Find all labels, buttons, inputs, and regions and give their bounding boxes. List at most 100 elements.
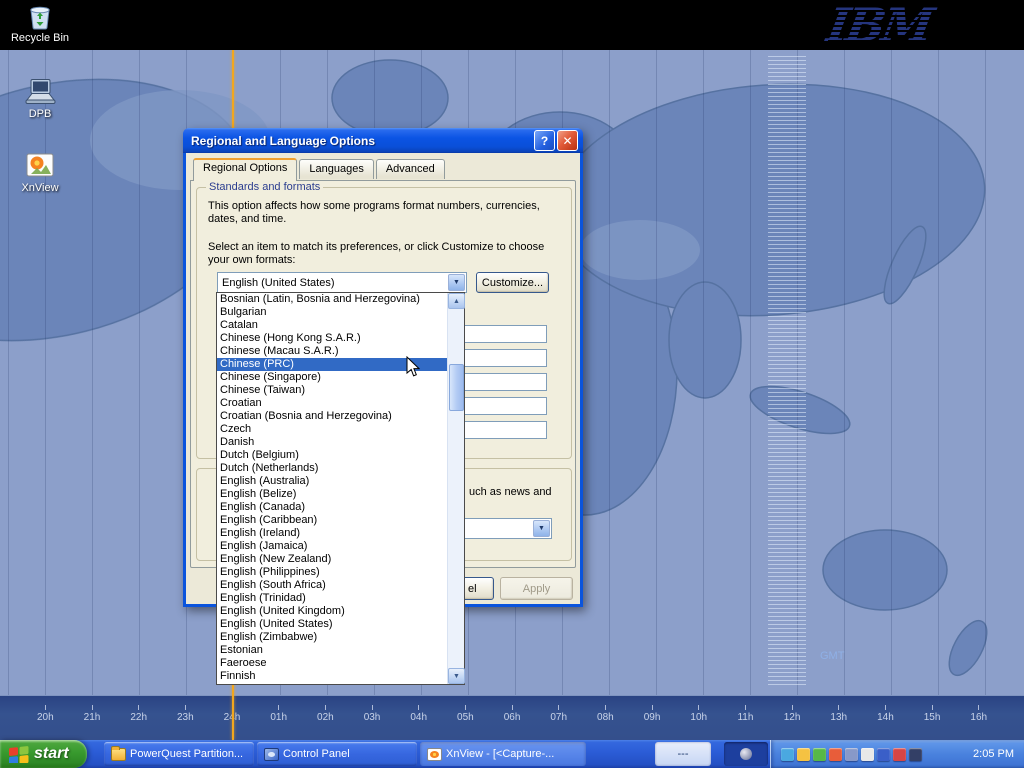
language-option[interactable]: English (Canada) [217, 501, 447, 514]
hour-label: 10h [675, 696, 722, 740]
language-option[interactable]: English (Philippines) [217, 566, 447, 579]
start-button-label: start [34, 745, 69, 763]
task-button-label: --- [678, 748, 689, 760]
power-icon[interactable] [909, 748, 922, 761]
language-option[interactable]: English (South Africa) [217, 579, 447, 592]
language-dropdown-list: Bosnian (Latin, Bosnia and Herzegovina)B… [216, 292, 465, 685]
language-option[interactable]: Croatian [217, 397, 447, 410]
hour-label: 15h [909, 696, 956, 740]
hour-label: 12h [769, 696, 816, 740]
laptop-icon [23, 78, 57, 106]
language-option[interactable]: Faeroese [217, 657, 447, 670]
format-combobox[interactable]: English (United States) ▼ [217, 272, 467, 293]
language-option[interactable]: Chinese (Taiwan) [217, 384, 447, 397]
hour-label: 08h [582, 696, 629, 740]
tray-icon-area [781, 748, 966, 761]
folder-icon [111, 748, 126, 761]
task-button[interactable]: --- [655, 742, 711, 766]
tab[interactable]: Advanced [376, 159, 445, 179]
language-option[interactable]: Dutch (Belgium) [217, 449, 447, 462]
ibm-logo-stripes [828, 2, 938, 48]
desktop-icon-label: XnView [21, 182, 58, 194]
desktop-icon-xnview[interactable]: XnView [12, 150, 68, 194]
mouse-cursor [406, 356, 420, 383]
antivirus-icon[interactable] [813, 748, 826, 761]
language-option[interactable]: Dutch (Netherlands) [217, 462, 447, 475]
desktop-icon-dpb[interactable]: DPB [16, 78, 64, 120]
windows-flag-icon [9, 745, 29, 763]
recycle-bin-icon[interactable]: Recycle Bin [10, 3, 70, 44]
close-button[interactable]: ✕ [557, 130, 578, 151]
language-option[interactable]: Catalan [217, 319, 447, 332]
language-option[interactable]: English (Zimbabwe) [217, 631, 447, 644]
hour-label: 04h [395, 696, 442, 740]
hour-label: 20h [22, 696, 69, 740]
language-option[interactable]: Estonian [217, 644, 447, 657]
language-option[interactable]: English (Jamaica) [217, 540, 447, 553]
start-button[interactable]: start [0, 740, 87, 768]
update-shield-icon[interactable] [797, 748, 810, 761]
help-button[interactable]: ? [534, 130, 555, 151]
list-scrollbar[interactable]: ▲ ▼ [447, 293, 464, 684]
dialog-title: Regional and Language Options [191, 134, 532, 148]
display-settings-icon[interactable] [845, 748, 858, 761]
desktop-screen: GMT 20h21h22h23h24h01h02h03h04h05h06h07h… [0, 0, 1024, 768]
chevron-down-icon[interactable]: ▼ [533, 520, 550, 537]
language-option[interactable]: English (Ireland) [217, 527, 447, 540]
messenger-icon[interactable] [877, 748, 890, 761]
language-option[interactable]: English (Caribbean) [217, 514, 447, 527]
scrollbar-thumb[interactable] [449, 364, 464, 411]
task-button[interactable]: Control Panel [257, 742, 417, 766]
language-option[interactable]: Bosnian (Latin, Bosnia and Herzegovina) [217, 293, 447, 306]
volume-icon[interactable] [861, 748, 874, 761]
language-option[interactable]: English (United States) [217, 618, 447, 631]
group-caption: Standards and formats [206, 181, 323, 193]
task-button-label: XnView - [<Capture-... [446, 748, 554, 760]
language-option[interactable]: English (New Zealand) [217, 553, 447, 566]
hour-label: 21h [69, 696, 116, 740]
hour-label: 03h [349, 696, 396, 740]
hour-label: 09h [629, 696, 676, 740]
language-option[interactable]: Finnish [217, 670, 447, 683]
scroll-up-icon[interactable]: ▲ [448, 293, 465, 309]
taskbar-clock[interactable]: 2:05 PM [969, 748, 1018, 760]
task-button[interactable]: XnView - [<Capture-... [420, 742, 586, 766]
hour-label: 14h [862, 696, 909, 740]
hour-label: 01h [255, 696, 302, 740]
hour-label: 23h [162, 696, 209, 740]
language-option[interactable]: Czech [217, 423, 447, 436]
customize-button[interactable]: Customize... [476, 272, 549, 293]
tab-strip: Regional OptionsLanguagesAdvanced [193, 159, 447, 179]
hour-label: 07h [535, 696, 582, 740]
task-button-label: PowerQuest Partition... [130, 748, 243, 760]
language-option[interactable]: Croatian (Bosnia and Herzegovina) [217, 410, 447, 423]
firewall-icon[interactable] [829, 748, 842, 761]
language-options: Bosnian (Latin, Bosnia and Herzegovina)B… [217, 293, 447, 684]
hour-label: 16h [955, 696, 1002, 740]
quick-launch-area [724, 742, 768, 766]
language-option[interactable]: English (Trinidad) [217, 592, 447, 605]
hour-label: 13h [815, 696, 862, 740]
tab[interactable]: Regional Options [193, 158, 297, 181]
language-option[interactable]: English (Belize) [217, 488, 447, 501]
hour-label: 06h [489, 696, 536, 740]
language-option[interactable]: Bulgarian [217, 306, 447, 319]
taskbar: start PowerQuest Partition... Control Pa… [0, 740, 1024, 768]
chevron-down-icon[interactable]: ▼ [448, 274, 465, 291]
scroll-down-icon[interactable]: ▼ [448, 668, 465, 684]
ibm-logo: IBM [828, 2, 938, 48]
apply-button[interactable]: Apply [500, 577, 573, 600]
language-option[interactable]: Danish [217, 436, 447, 449]
toolbar-icon[interactable] [740, 748, 752, 760]
recycle-bin-glyph [27, 3, 53, 30]
language-option[interactable]: English (Australia) [217, 475, 447, 488]
network-status-icon[interactable] [781, 748, 794, 761]
scheduler-icon[interactable] [893, 748, 906, 761]
tab[interactable]: Languages [299, 159, 373, 179]
format-combobox-value: English (United States) [222, 277, 335, 289]
task-button[interactable]: PowerQuest Partition... [104, 742, 254, 766]
language-option[interactable]: English (United Kingdom) [217, 605, 447, 618]
language-option[interactable]: Chinese (Hong Kong S.A.R.) [217, 332, 447, 345]
dialog-titlebar[interactable]: Regional and Language Options ? ✕ [183, 128, 583, 153]
location-text-fragment: uch as news and [469, 486, 552, 499]
